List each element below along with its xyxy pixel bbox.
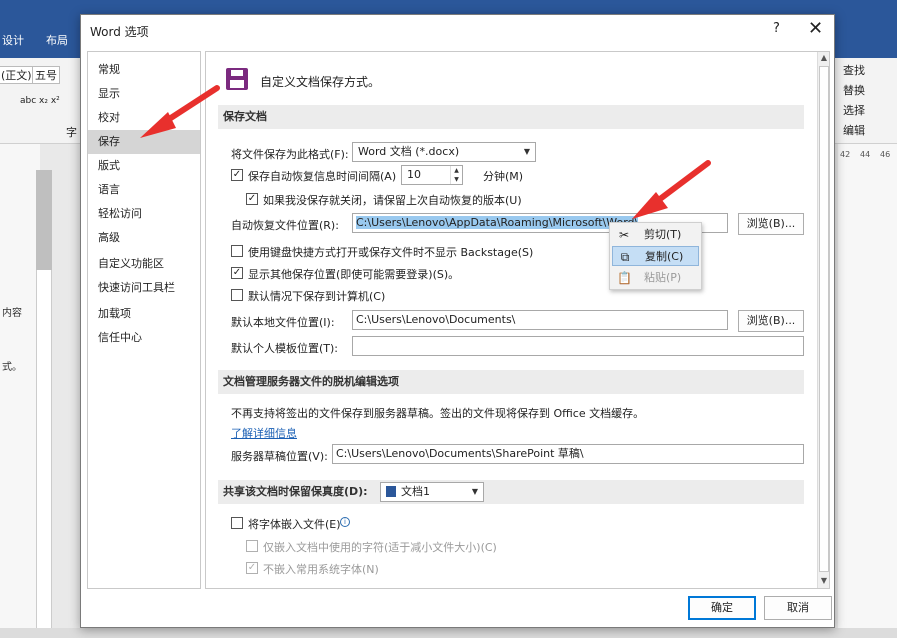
annotation-arrow-path: [632, 160, 711, 219]
annotation-arrows: [140, 85, 711, 219]
annotation-arrow-save: [140, 85, 220, 138]
